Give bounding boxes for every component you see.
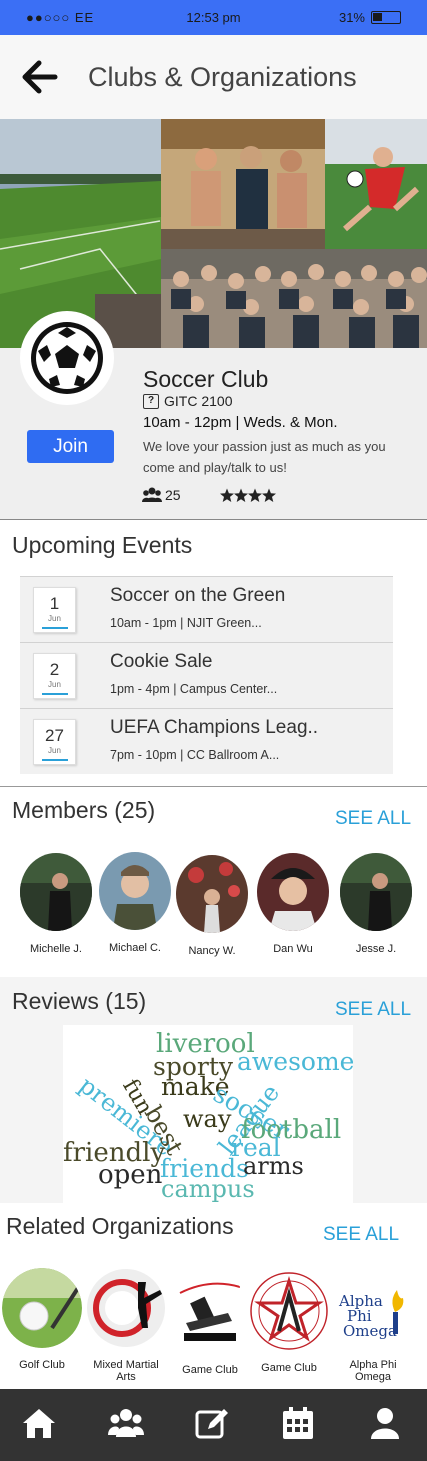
org-item[interactable]: Game Club (170, 1273, 250, 1376)
page-title: Clubs & Organizations (88, 62, 357, 92)
member-item[interactable]: Michelle J. (16, 853, 96, 955)
date-underline (42, 693, 68, 695)
member-count-text: 25 (165, 487, 181, 503)
avatar (257, 853, 329, 931)
avatar (99, 852, 171, 930)
related-see-all-link[interactable]: SEE ALL (323, 1224, 399, 1246)
club-name: Soccer Club (143, 366, 269, 392)
members-see-all-link[interactable]: SEE ALL (335, 808, 411, 830)
status-bar: ●●○○○ EE 12:53 pm 31% (0, 0, 427, 35)
edit-icon[interactable] (194, 1405, 230, 1441)
svg-text:Omega: Omega (343, 1322, 397, 1340)
event-name: Cookie Sale (110, 651, 213, 672)
back-arrow-icon[interactable] (22, 60, 58, 94)
member-name: Michael C. (109, 942, 161, 954)
reviews-see-all-link[interactable]: SEE ALL (335, 999, 411, 1021)
events-title: Upcoming Events (12, 532, 193, 558)
member-item[interactable]: Jesse J. (336, 853, 416, 955)
rating-stars-icon (220, 488, 283, 502)
event-day: 2 (49, 660, 60, 679)
groups-icon[interactable] (108, 1405, 144, 1441)
event-date: 1 Jun (33, 587, 76, 633)
question-icon: ? (143, 393, 159, 409)
reviews-title: Reviews (15) (12, 988, 147, 1014)
battery-icon (371, 11, 401, 24)
golf-logo (2, 1268, 82, 1348)
group-photo (161, 249, 427, 348)
date-underline (42, 759, 68, 761)
member-count[interactable]: 25 (142, 487, 181, 503)
club-room-text: GITC 2100 (164, 393, 233, 409)
event-meta: 10am - 1pm | NJIT Green... (110, 616, 262, 630)
event-item[interactable]: 27 Jun UEFA Champions Leag.. 7pm - 10pm … (20, 708, 393, 774)
club-logo (20, 311, 114, 405)
event-name: UEFA Champions Leag.. (110, 717, 319, 738)
event-item[interactable]: 2 Jun Cookie Sale 1pm - 4pm | Campus Cen… (20, 642, 393, 708)
org-item[interactable]: Game Club (249, 1271, 329, 1374)
member-name: Dan Wu (273, 943, 313, 955)
header: Clubs & Organizations (0, 35, 427, 119)
bottom-tab-bar (0, 1389, 427, 1461)
soccer-ball-icon (31, 322, 103, 394)
org-name: Golf Club (19, 1359, 65, 1371)
club-description: We love your passion just as much as you… (143, 439, 386, 475)
club-room: ? GITC 2100 (143, 393, 232, 409)
avatar (176, 855, 248, 933)
date-underline (42, 627, 68, 629)
member-name: Nancy W. (188, 945, 236, 957)
club-hours: 10am - 12pm | Weds. & Mon. (143, 414, 338, 431)
member-name: Jesse J. (355, 943, 397, 955)
gameclub-logo (170, 1273, 250, 1353)
avatar (20, 853, 92, 931)
event-month: Jun (48, 746, 61, 755)
event-item[interactable]: 1 Jun Soccer on the Green 10am - 1pm | N… (20, 576, 393, 642)
event-month: Jun (48, 614, 61, 623)
org-name: Game Club (182, 1364, 238, 1376)
mma-logo (87, 1269, 165, 1347)
join-button[interactable]: Join (27, 430, 114, 463)
org-item[interactable]: Alpha Phi Omega Alpha Phi Omega (333, 1268, 413, 1383)
home-icon[interactable] (21, 1405, 57, 1441)
events-list: 1 Jun Soccer on the Green 10am - 1pm | N… (20, 576, 393, 774)
event-meta: 1pm - 4pm | Campus Center... (110, 682, 278, 696)
apo-logo: Alpha Phi Omega (333, 1268, 413, 1348)
member-name: Michelle J. (30, 943, 82, 955)
org-item[interactable]: Golf Club (2, 1268, 82, 1371)
event-day: 1 (49, 594, 60, 613)
event-name: Soccer on the Green (110, 585, 286, 606)
battery-percent: 31% (338, 10, 365, 25)
related-title: Related Organizations (6, 1213, 234, 1239)
member-item[interactable]: Michael C. (95, 852, 175, 954)
members-title: Members (25) (12, 797, 156, 823)
member-item[interactable]: Nancy W. (172, 855, 252, 957)
org-name: Mixed Martial Arts (93, 1359, 159, 1383)
org-name: Alpha Phi Omega (349, 1359, 397, 1383)
group-icon (142, 487, 162, 502)
member-item[interactable]: Dan Wu (253, 853, 333, 955)
org-name: Game Club (261, 1362, 317, 1374)
review-word-cloud: liverool sporty awesome make soccer prem… (63, 1025, 353, 1203)
cloud-word: campus (161, 1175, 255, 1203)
event-date: 2 Jun (33, 653, 76, 699)
event-meta: 7pm - 10pm | CC Ballroom A... (110, 748, 280, 762)
section-divider (0, 786, 427, 787)
club-info-panel: Join Soccer Club ? GITC 2100 10am - 12pm… (0, 311, 427, 520)
avatar (340, 853, 412, 931)
event-day: 27 (45, 726, 64, 745)
cloud-word: open (98, 1160, 163, 1190)
profile-icon[interactable] (367, 1405, 403, 1441)
calendar-icon[interactable] (280, 1405, 316, 1441)
soccer-player-photo (325, 119, 427, 249)
event-date: 27 Jun (33, 719, 76, 765)
members-beach-photo (161, 119, 325, 249)
org-item[interactable]: Mixed Martial Arts (86, 1268, 166, 1383)
cloud-word: awesome (237, 1047, 353, 1076)
sac-logo (250, 1272, 328, 1350)
event-month: Jun (48, 680, 61, 689)
